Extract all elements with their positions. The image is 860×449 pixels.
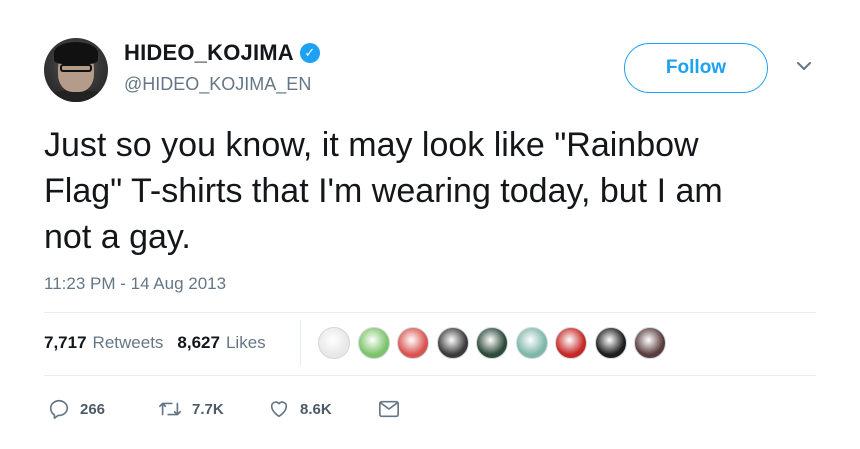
retweet-icon bbox=[158, 398, 182, 420]
reply-count: 266 bbox=[80, 400, 106, 418]
tweet-actions: 266 7.7K 8.6K bbox=[48, 398, 400, 420]
liker-avatar-7[interactable] bbox=[555, 327, 587, 359]
divider bbox=[44, 312, 816, 313]
liker-avatar-2[interactable] bbox=[357, 327, 390, 359]
like-button[interactable]: 8.6K bbox=[268, 398, 378, 420]
likes-count[interactable]: 8,627 bbox=[177, 333, 220, 353]
reply-icon bbox=[48, 398, 70, 420]
direct-message-button[interactable] bbox=[378, 399, 400, 419]
reply-button[interactable]: 266 bbox=[48, 398, 158, 420]
stats-separator bbox=[300, 320, 301, 366]
liker-avatar-6[interactable] bbox=[515, 327, 548, 359]
liker-avatar-4[interactable] bbox=[436, 327, 469, 359]
follow-button[interactable]: Follow bbox=[624, 43, 768, 93]
liker-avatar-8[interactable] bbox=[594, 327, 627, 359]
divider bbox=[44, 375, 816, 376]
verified-badge-icon: ✓ bbox=[299, 43, 320, 63]
author-handle[interactable]: @HIDEO_KOJIMA_EN bbox=[124, 74, 311, 95]
like-count: 8.6K bbox=[300, 400, 332, 418]
likes-label[interactable]: Likes bbox=[226, 333, 266, 353]
author-avatar[interactable] bbox=[44, 38, 108, 102]
direct-message-icon bbox=[378, 399, 400, 419]
retweet-button[interactable]: 7.7K bbox=[158, 398, 268, 420]
liker-avatar-9[interactable] bbox=[634, 327, 666, 359]
author-display-name[interactable]: HIDEO_KOJIMA bbox=[124, 40, 294, 66]
author-name-row: HIDEO_KOJIMA ✓ bbox=[124, 40, 320, 66]
like-icon bbox=[268, 398, 290, 420]
tweet-text: Just so you know, it may look like "Rain… bbox=[44, 126, 723, 256]
liker-avatar-1[interactable] bbox=[318, 327, 350, 359]
liker-avatars bbox=[318, 327, 674, 359]
retweets-count[interactable]: 7,717 bbox=[44, 333, 87, 353]
liker-avatar-3[interactable] bbox=[397, 327, 429, 359]
tweet-timestamp[interactable]: 11:23 PM - 14 Aug 2013 bbox=[44, 274, 226, 294]
retweets-label[interactable]: Retweets bbox=[93, 333, 164, 353]
liker-avatar-5[interactable] bbox=[476, 327, 508, 359]
chevron-down-icon[interactable] bbox=[794, 56, 814, 76]
tweet-stats: 7,717 Retweets 8,627 Likes bbox=[44, 333, 266, 353]
retweet-count: 7.7K bbox=[192, 400, 224, 418]
